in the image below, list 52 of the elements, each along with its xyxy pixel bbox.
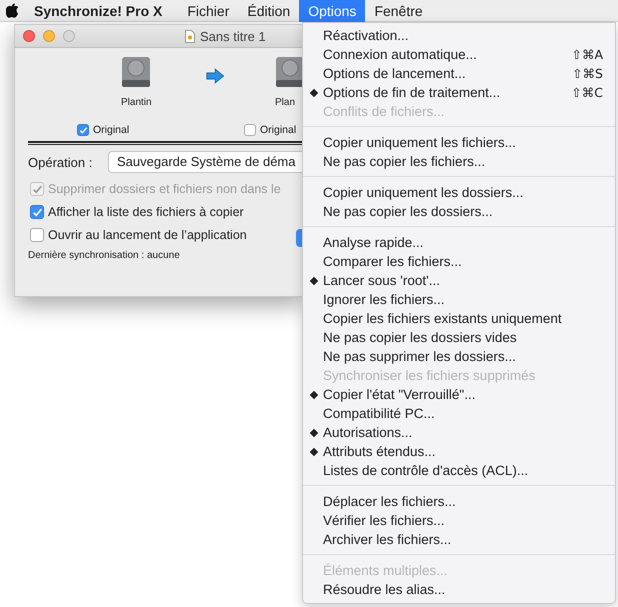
menu-item[interactable]: Déplacer les fichiers... [303, 492, 615, 511]
menu-item[interactable]: Autorisations... [303, 423, 615, 442]
menu-bar-item[interactable]: Fichier [178, 0, 238, 22]
app-name[interactable]: Synchronize! Pro X [34, 2, 162, 18]
menu-bar-item[interactable]: Fenêtre [365, 0, 432, 22]
disk-name: Plan [275, 97, 296, 108]
menu-bar-item[interactable]: Édition [238, 0, 300, 22]
document-icon [185, 30, 195, 42]
minimize-button[interactable] [43, 30, 55, 42]
shortcut: ⇧⌘A [571, 47, 603, 62]
menu-item[interactable]: Ne pas copier les fichiers... [303, 152, 615, 171]
menu-item[interactable]: Copier uniquement les dossiers... [303, 183, 615, 202]
menu-item[interactable]: Ne pas supprimer les dossiers... [303, 347, 615, 366]
menu-item[interactable]: Options de fin de traitement... ⇧⌘C [303, 83, 615, 102]
shortcut: ⇧⌘C [571, 85, 603, 100]
checkmark-icon [32, 206, 42, 218]
menu-item[interactable]: Archiver les fichiers... [303, 530, 615, 549]
last-sync-text: Dernière synchronisation : aucune [28, 250, 181, 261]
menu-item[interactable]: Attributs étendus... [303, 442, 615, 461]
hard-drive-icon[interactable] [275, 56, 305, 88]
menu-item[interactable]: Copier l'état "Verrouillé"... [303, 385, 615, 404]
arrow-icon [206, 66, 224, 86]
menu-item[interactable]: Connexion automatique... ⇧⌘A [303, 45, 615, 64]
menu-item[interactable]: Options de lancement... ⇧⌘S [303, 64, 615, 83]
menu-item[interactable]: Copier les fichiers existants uniquement [303, 309, 615, 328]
option-checkbox[interactable]: Ouvrir au lancement de l’application [30, 226, 305, 244]
option-checkbox[interactable]: Afficher la liste des fichiers à copier [30, 203, 305, 221]
operation-dropdown[interactable]: Sauvegarde Système de déma [108, 151, 305, 173]
disk-name: Plantin [121, 97, 152, 108]
apple-icon[interactable] [6, 3, 19, 18]
checkmark-icon [78, 126, 88, 134]
menu-item[interactable]: Vérifier les fichiers... [303, 511, 615, 530]
operation-label: Opération : [28, 154, 94, 170]
hard-drive-icon[interactable] [121, 56, 152, 88]
menu-item[interactable]: Réactivation... [303, 26, 615, 45]
menu-item[interactable]: Résoudre les alias... [303, 580, 615, 599]
checkmark-icon [32, 184, 42, 194]
original-checkbox[interactable]: Original [77, 124, 130, 136]
menu-item[interactable]: Copier uniquement les fichiers... [303, 133, 615, 152]
menu-item[interactable]: Compatibilité PC... [303, 404, 615, 423]
menu-item[interactable]: Ne pas copier les dossiers vides [303, 328, 615, 347]
window-title: Sans titre 1 [200, 28, 266, 44]
menu-bar-item[interactable]: Options [299, 0, 366, 22]
original-checkbox[interactable]: Original [244, 124, 296, 136]
menu-item[interactable]: Ignorer les fichiers... [303, 290, 615, 309]
menu-item[interactable]: Listes de contrôle d'accès (ACL)... [303, 461, 615, 480]
close-button[interactable] [23, 30, 35, 42]
menu-item[interactable]: Comparer les fichiers... [303, 252, 615, 271]
menu-item[interactable]: Analyse rapide... [303, 233, 615, 252]
shortcut: ⇧⌘S [572, 66, 603, 81]
menu-item[interactable]: Ne pas copier les dossiers... [303, 202, 615, 221]
menu-item[interactable]: Lancer sous 'root'... [303, 271, 615, 290]
